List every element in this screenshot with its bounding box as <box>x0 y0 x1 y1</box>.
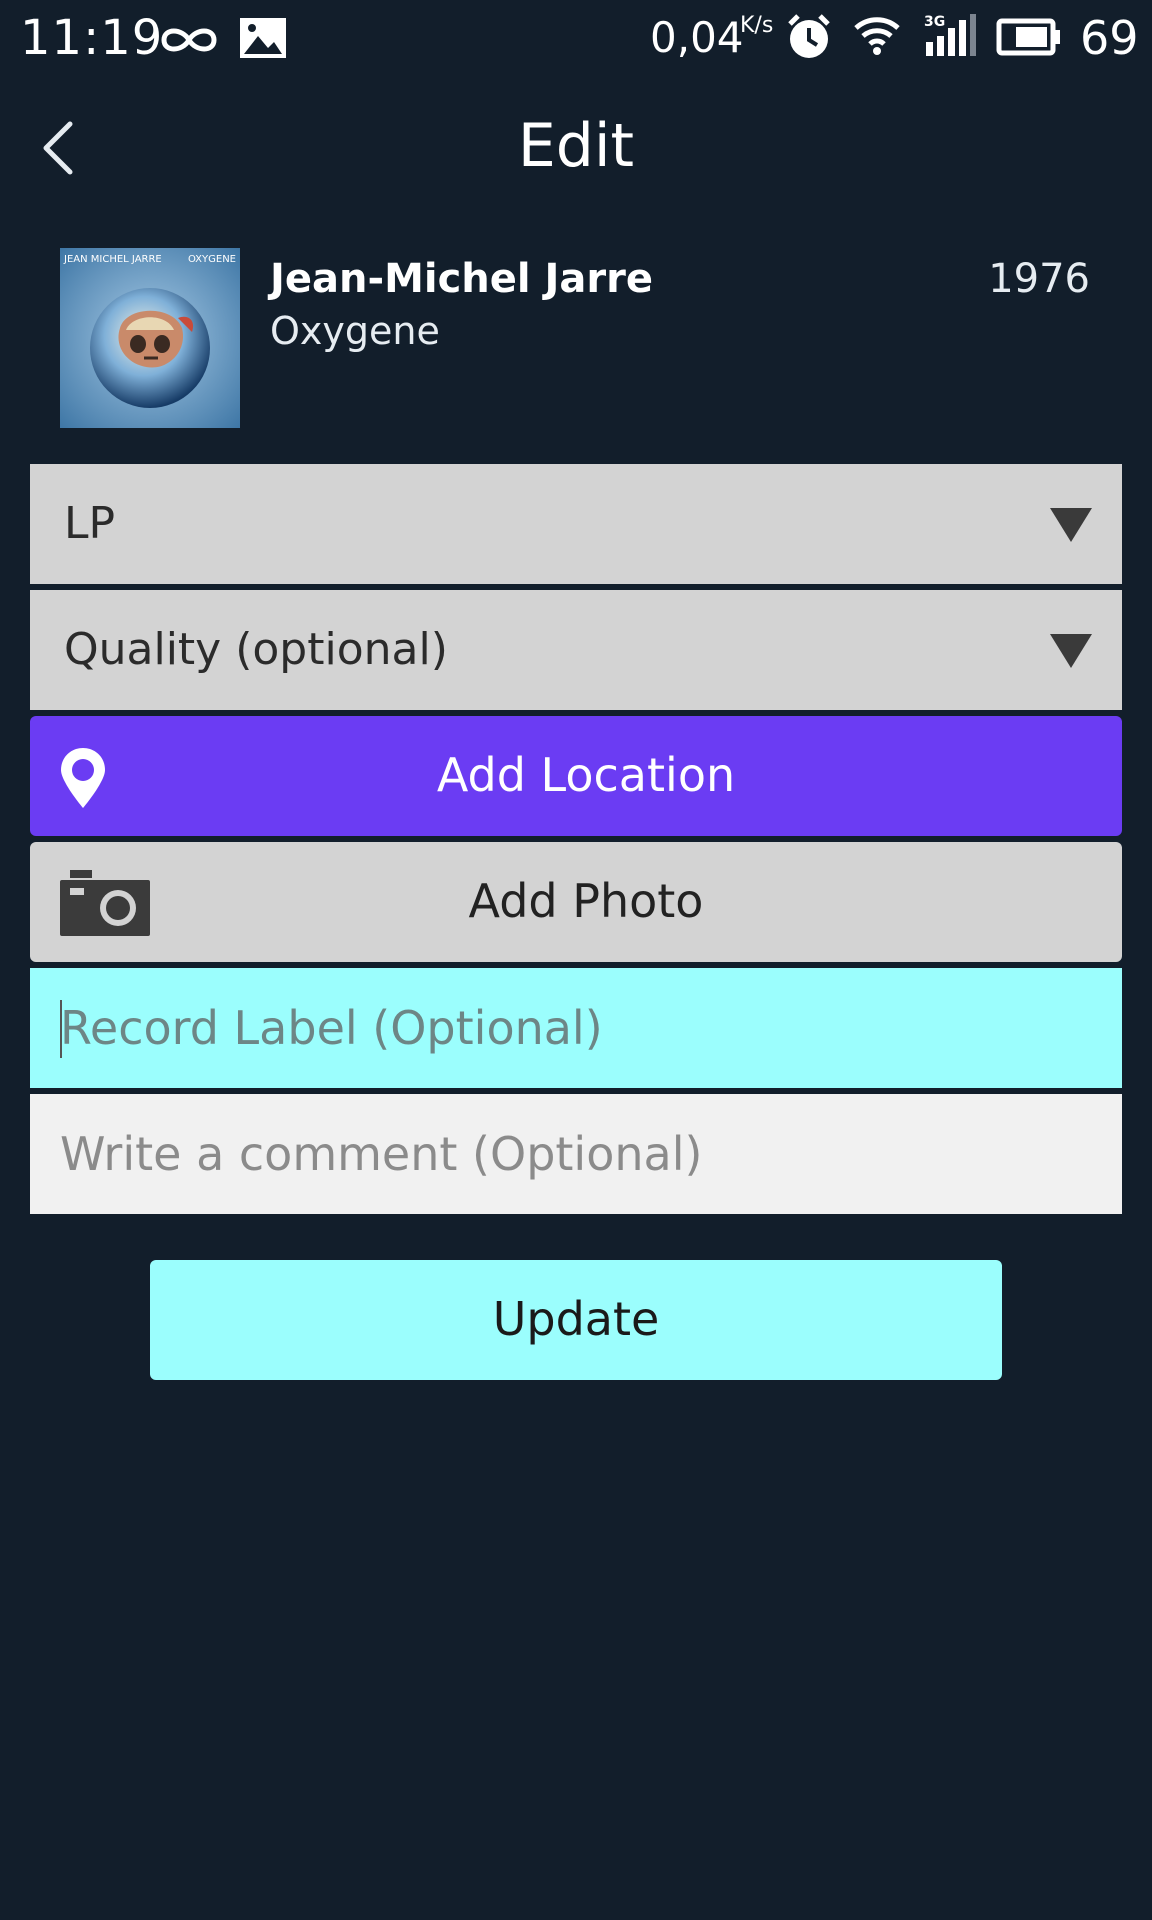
wifi-icon <box>854 17 900 55</box>
battery-level: 69 <box>1080 11 1139 65</box>
caret-down-icon <box>1050 508 1092 542</box>
album-title: Oxygene <box>270 309 440 353</box>
cover-artist-text: JEAN MICHEL JARRE <box>64 254 162 265</box>
format-select[interactable]: LP <box>30 464 1122 584</box>
quality-select[interactable]: Quality (optional) <box>30 590 1122 710</box>
add-photo-button[interactable]: Add Photo <box>30 842 1122 962</box>
header: Edit <box>0 88 1152 208</box>
svg-text:3G: 3G <box>924 14 945 30</box>
status-time: 11:19 <box>20 10 164 66</box>
album-cover: JEAN MICHEL JARRE OXYGENE <box>60 248 240 428</box>
comment-input[interactable] <box>30 1094 1122 1214</box>
album-info: JEAN MICHEL JARRE OXYGENE Jean-Michel Ja… <box>60 248 1092 430</box>
update-button-label: Update <box>492 1292 660 1346</box>
battery-icon <box>996 18 1060 56</box>
cover-title-text: OXYGENE <box>187 254 236 265</box>
image-icon <box>240 18 286 58</box>
record-label-input[interactable] <box>30 968 1122 1088</box>
signal-3g-icon: 3G <box>924 14 976 56</box>
status-bar: 11:19 0,04 K/s 3G 69 <box>0 0 1152 78</box>
network-speed: 0,04 <box>650 13 744 62</box>
page-title: Edit <box>517 111 635 181</box>
infinity-icon <box>161 28 217 52</box>
quality-select-value: Quality (optional) <box>64 624 448 675</box>
caret-down-icon <box>1050 634 1092 668</box>
add-location-button[interactable]: Add Location <box>30 716 1122 836</box>
add-photo-label: Add Photo <box>468 874 704 928</box>
release-year: 1976 <box>988 256 1090 302</box>
alarm-icon <box>788 14 830 58</box>
add-location-label: Add Location <box>436 748 736 802</box>
album-cover-caption: JEAN MICHEL JARRE OXYGENE <box>64 252 236 268</box>
network-speed-unit: K/s <box>740 13 774 38</box>
format-select-value: LP <box>64 498 116 549</box>
update-button[interactable]: Update <box>150 1260 1002 1380</box>
text-cursor <box>60 1000 62 1058</box>
artist-name: Jean-Michel Jarre <box>270 256 654 302</box>
